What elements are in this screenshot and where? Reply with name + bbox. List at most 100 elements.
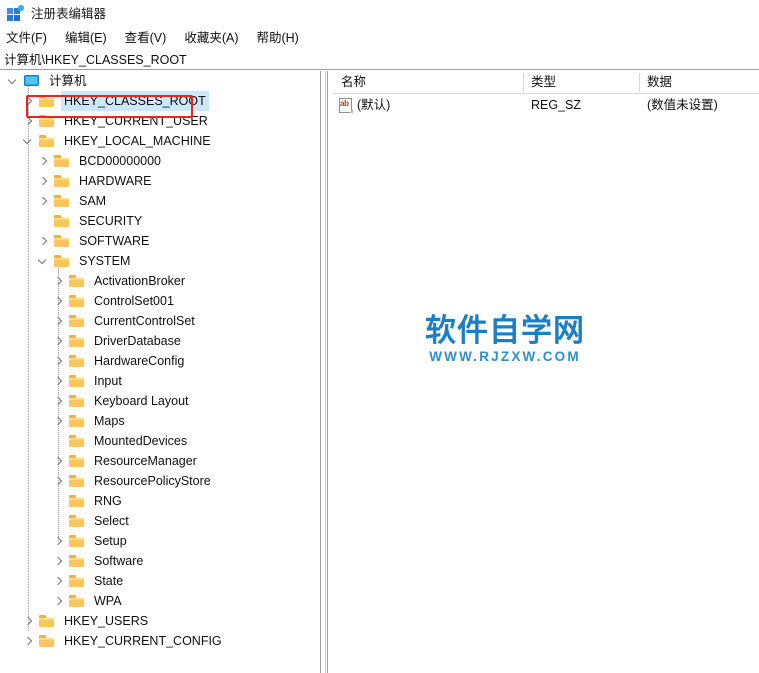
chevron-right-icon[interactable] [36, 231, 52, 251]
tree-node[interactable]: HardwareConfig [0, 351, 319, 371]
tree-node[interactable]: HKEY_USERS [0, 611, 319, 631]
registry-tree: 计算机 HKEY_CLASSES_ROOT HKEY_CURRENT_USER HKE… [0, 71, 319, 673]
folder-icon [67, 311, 87, 331]
folder-icon [67, 551, 87, 571]
menu-file[interactable]: 文件(F) [6, 28, 56, 48]
tree-node-label: ActivationBroker [94, 274, 186, 288]
chevron-right-icon[interactable] [51, 411, 67, 431]
tree-node[interactable]: ControlSet001 [0, 291, 319, 311]
tree-node[interactable]: 计算机 [0, 71, 319, 91]
tree-node[interactable]: HARDWARE [0, 171, 319, 191]
tree-node[interactable]: BCD00000000 [0, 151, 319, 171]
tree-node[interactable]: MountedDevices [0, 431, 319, 451]
chevron-right-icon[interactable] [51, 331, 67, 351]
folder-icon [52, 211, 72, 231]
tree-node[interactable]: ResourceManager [0, 451, 319, 471]
chevron-down-icon[interactable] [21, 131, 37, 151]
folder-icon [67, 271, 87, 291]
tree-node[interactable]: Input [0, 371, 319, 391]
tree-node-label: HardwareConfig [94, 354, 185, 368]
menu-edit[interactable]: 编辑(E) [65, 28, 116, 48]
chevron-right-icon[interactable] [51, 471, 67, 491]
tree-node[interactable]: RNG [0, 491, 319, 511]
chevron-right-icon[interactable] [21, 111, 37, 131]
computer-icon [22, 71, 42, 91]
tree-node-label: Keyboard Layout [94, 394, 189, 408]
tree-node-label: Input [94, 374, 122, 388]
chevron-right-icon[interactable] [21, 91, 37, 111]
tree-node[interactable]: WPA [0, 591, 319, 611]
chevron-down-icon[interactable] [6, 71, 22, 91]
tree-node-label: 计算机 [49, 74, 87, 88]
folder-icon [37, 611, 57, 631]
chevron-right-icon[interactable] [51, 531, 67, 551]
menu-view[interactable]: 查看(V) [125, 28, 176, 48]
tree-node-label: BCD00000000 [79, 154, 162, 168]
folder-icon [67, 451, 87, 471]
chevron-right-icon[interactable] [51, 391, 67, 411]
chevron-right-icon[interactable] [36, 151, 52, 171]
chevron-right-icon[interactable] [21, 611, 37, 631]
chevron-right-icon[interactable] [51, 451, 67, 471]
registry-values-pane[interactable]: 名称 类型 数据 ab (默认) REG_SZ (数值未设置) 软件自学网 WWW.R… [333, 71, 759, 673]
chevron-right-icon[interactable] [51, 371, 67, 391]
chevron-down-icon[interactable] [36, 251, 52, 271]
chevron-right-icon[interactable] [36, 191, 52, 211]
tree-node[interactable]: ActivationBroker [0, 271, 319, 291]
tree-node-label: HKEY_CLASSES_ROOT [61, 91, 209, 111]
tree-node[interactable]: Maps [0, 411, 319, 431]
watermark-cn: 软件自学网 [425, 313, 585, 348]
tree-node[interactable]: Select [0, 511, 319, 531]
title-bar: 注册表编辑器 [0, 0, 759, 28]
folder-icon [37, 631, 57, 651]
column-type[interactable]: 类型 [523, 71, 639, 94]
column-name[interactable]: 名称 [333, 71, 523, 94]
tree-node[interactable]: SYSTEM [0, 251, 319, 271]
chevron-right-icon[interactable] [51, 311, 67, 331]
chevron-right-icon[interactable] [21, 631, 37, 651]
registry-tree-pane[interactable]: 计算机 HKEY_CLASSES_ROOT HKEY_CURRENT_USER HKE… [0, 71, 320, 673]
tree-node[interactable]: HKEY_CURRENT_USER [0, 111, 319, 131]
tree-node-label: WPA [94, 594, 122, 608]
tree-node-label: SOFTWARE [79, 234, 150, 248]
registry-editor-icon [6, 5, 24, 23]
address-bar[interactable]: 计算机\HKEY_CLASSES_ROOT [0, 48, 759, 70]
values-list: ab (默认) REG_SZ (数值未设置) [333, 94, 759, 116]
tree-node-label: Maps [94, 414, 125, 428]
tree-node[interactable]: SAM [0, 191, 319, 211]
value-row[interactable]: ab (默认) REG_SZ (数值未设置) [333, 94, 759, 116]
tree-node-label: Software [94, 554, 144, 568]
chevron-right-icon[interactable] [51, 351, 67, 371]
folder-icon [52, 151, 72, 171]
watermark-en: WWW.RJZXW.COM [429, 349, 581, 364]
chevron-right-icon[interactable] [51, 291, 67, 311]
string-value-icon: ab [339, 97, 353, 113]
tree-node[interactable]: CurrentControlSet [0, 311, 319, 331]
tree-node[interactable]: HKEY_CURRENT_CONFIG [0, 631, 319, 651]
folder-icon [67, 571, 87, 591]
menu-favorites[interactable]: 收藏夹(A) [184, 28, 247, 48]
tree-node[interactable]: DriverDatabase [0, 331, 319, 351]
tree-node[interactable]: ResourcePolicyStore [0, 471, 319, 491]
tree-node[interactable]: SOFTWARE [0, 231, 319, 251]
chevron-right-icon[interactable] [51, 271, 67, 291]
tree-node[interactable]: SECURITY [0, 211, 319, 231]
tree-node[interactable]: HKEY_LOCAL_MACHINE [0, 131, 319, 151]
tree-node[interactable]: Software [0, 551, 319, 571]
folder-icon [67, 511, 87, 531]
menu-help[interactable]: 帮助(H) [256, 28, 307, 48]
tree-node-label: Select [94, 514, 129, 528]
chevron-right-icon[interactable] [51, 591, 67, 611]
tree-node[interactable]: Setup [0, 531, 319, 551]
folder-icon [67, 491, 87, 511]
chevron-right-icon[interactable] [51, 551, 67, 571]
tree-node[interactable]: Keyboard Layout [0, 391, 319, 411]
folder-icon [67, 531, 87, 551]
tree-node[interactable]: State [0, 571, 319, 591]
tree-node[interactable]: HKEY_CLASSES_ROOT [0, 91, 319, 111]
column-data[interactable]: 数据 [639, 71, 759, 94]
chevron-right-icon[interactable] [36, 171, 52, 191]
pane-splitter[interactable] [320, 71, 333, 673]
chevron-right-icon[interactable] [51, 571, 67, 591]
